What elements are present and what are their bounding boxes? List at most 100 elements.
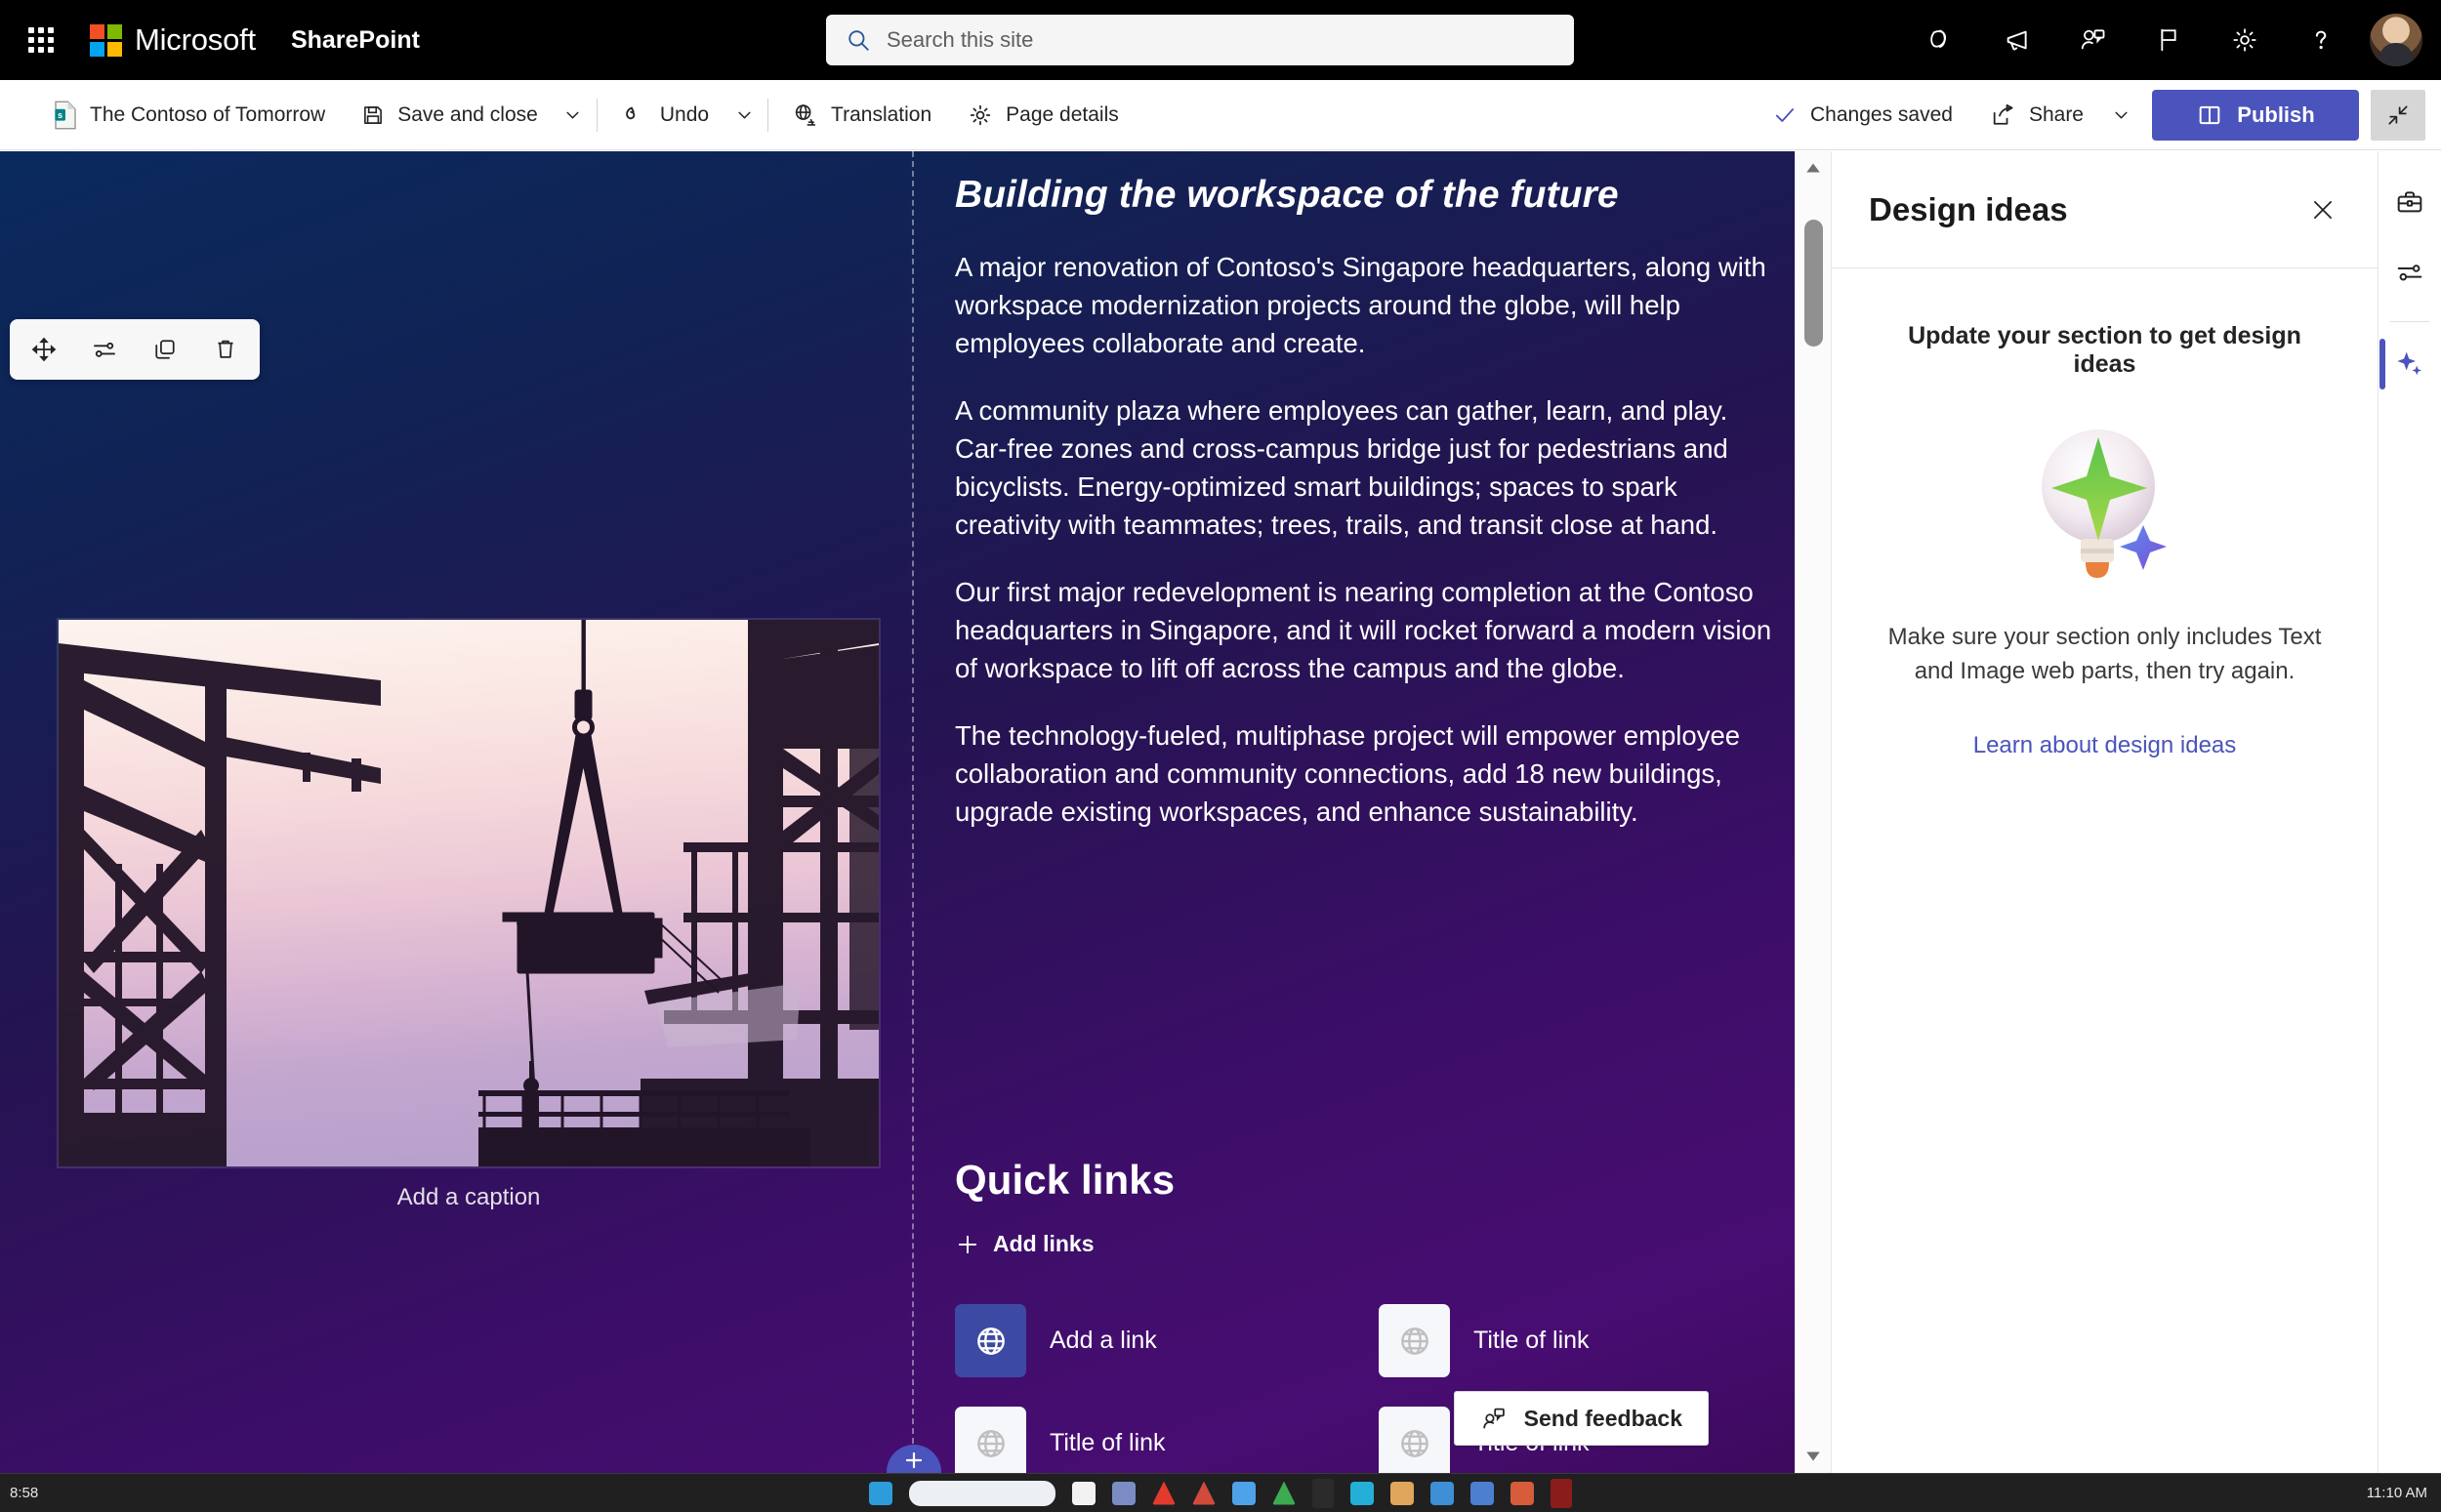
quick-link-item[interactable]: Add a link bbox=[955, 1304, 1379, 1377]
taskbar-app-icon[interactable] bbox=[1072, 1481, 1096, 1505]
share-options-chevron[interactable] bbox=[2103, 87, 2138, 143]
right-rail bbox=[2378, 151, 2441, 1473]
text-paragraph: A community plaza where employees can ga… bbox=[955, 394, 1728, 541]
add-links-button[interactable]: Add links bbox=[955, 1231, 1795, 1257]
move-arrows-icon bbox=[31, 337, 57, 362]
command-divider bbox=[596, 98, 598, 132]
whats-new-button[interactable] bbox=[1978, 0, 2054, 80]
publish-button[interactable]: Publish bbox=[2152, 89, 2359, 141]
plus-icon bbox=[905, 1451, 923, 1469]
taskbar-search-pill[interactable] bbox=[909, 1480, 1055, 1506]
avatar bbox=[2370, 14, 2422, 66]
design-ideas-sparkle-icon bbox=[2397, 351, 2421, 376]
toolbox-button[interactable] bbox=[2381, 167, 2438, 237]
add-section-button[interactable] bbox=[887, 1445, 941, 1473]
edit-webpart-button[interactable] bbox=[76, 324, 133, 375]
design-ideas-panel: Design ideas Update your section to get … bbox=[1831, 151, 2378, 1473]
taskbar-app-icon[interactable] bbox=[1350, 1481, 1374, 1505]
collapse-diagonal-icon bbox=[2388, 104, 2408, 125]
image-caption-placeholder[interactable]: Add a caption bbox=[59, 1184, 879, 1211]
focus-flag-button[interactable] bbox=[2131, 0, 2207, 80]
meet-now-button[interactable] bbox=[2054, 0, 2131, 80]
scroll-down-arrow[interactable] bbox=[1796, 1440, 1831, 1473]
page-details-label: Page details bbox=[1006, 102, 1119, 126]
taskbar-app-icon[interactable] bbox=[1192, 1481, 1216, 1505]
page-details-button[interactable]: Page details bbox=[951, 87, 1135, 143]
taskbar-app-icon[interactable] bbox=[1390, 1481, 1414, 1505]
app-name-link[interactable]: SharePoint bbox=[291, 26, 420, 55]
search-input[interactable] bbox=[887, 27, 1554, 53]
search-icon bbox=[848, 30, 869, 51]
help-icon bbox=[2315, 30, 2327, 50]
webpart-toolbar bbox=[10, 319, 260, 380]
toolbox-icon bbox=[2397, 191, 2422, 213]
settings-sliders-icon bbox=[94, 342, 115, 357]
collapse-ribbon-button[interactable] bbox=[2371, 89, 2425, 141]
chevron-down-icon bbox=[2114, 111, 2128, 119]
os-taskbar: 8:58 11:10 AM bbox=[0, 1473, 2441, 1512]
taskbar-app-icon[interactable] bbox=[1470, 1481, 1494, 1505]
taskbar-app-icon[interactable] bbox=[1430, 1481, 1454, 1505]
quick-link-tile bbox=[955, 1304, 1026, 1377]
taskbar-app-icon[interactable] bbox=[1510, 1481, 1534, 1505]
design-ideas-button[interactable] bbox=[2379, 328, 2438, 398]
lightbulb-illustration bbox=[2022, 416, 2188, 592]
taskbar-app-icon[interactable] bbox=[1232, 1481, 1256, 1505]
move-webpart-button[interactable] bbox=[16, 324, 72, 375]
account-avatar-button[interactable] bbox=[2359, 0, 2433, 80]
page-name-button[interactable]: s The Contoso of Tomorrow bbox=[37, 87, 341, 143]
design-panel-title: Design ideas bbox=[1869, 190, 2068, 227]
delete-webpart-button[interactable] bbox=[197, 324, 254, 375]
taskbar-app-icon[interactable] bbox=[1152, 1481, 1176, 1505]
image-webpart[interactable]: Add a caption bbox=[57, 618, 881, 1211]
text-webpart[interactable]: Building the workspace of the future A m… bbox=[955, 151, 1785, 831]
copilot-icon bbox=[1930, 29, 1947, 48]
send-feedback-button[interactable]: Send feedback bbox=[1453, 1391, 1709, 1446]
taskbar-app-icon[interactable] bbox=[1112, 1481, 1136, 1505]
waffle-icon bbox=[28, 27, 54, 53]
webpart-properties-button[interactable] bbox=[2381, 237, 2438, 307]
quick-link-tile bbox=[955, 1407, 1026, 1473]
undo-label: Undo bbox=[659, 102, 710, 126]
taskbar-app-icon[interactable] bbox=[1272, 1481, 1296, 1505]
quick-links-title: Quick links bbox=[955, 1157, 1176, 1203]
checkmark-icon bbox=[1775, 107, 1795, 122]
quick-link-item[interactable]: Title of link bbox=[1379, 1304, 1802, 1377]
learn-about-design-ideas-link[interactable]: Learn about design ideas bbox=[1973, 732, 2237, 759]
scroll-up-arrow[interactable] bbox=[1796, 151, 1831, 184]
site-search-box[interactable] bbox=[826, 15, 1574, 65]
undo-button[interactable]: Undo bbox=[605, 87, 724, 143]
quick-link-item[interactable]: Title of link bbox=[955, 1407, 1379, 1473]
copilot-button[interactable] bbox=[1902, 0, 1978, 80]
taskbar-app-icon[interactable] bbox=[1551, 1478, 1572, 1508]
settings-sliders-icon bbox=[2397, 265, 2422, 281]
translation-button[interactable]: Translation bbox=[776, 87, 947, 143]
taskbar-app-icon[interactable] bbox=[1312, 1478, 1334, 1508]
close-panel-button[interactable] bbox=[2296, 183, 2350, 237]
quick-links-grid: Add a link Title of link Title of link bbox=[955, 1304, 1795, 1473]
duplicate-webpart-button[interactable] bbox=[137, 324, 193, 375]
plus-icon bbox=[958, 1235, 977, 1253]
duplicate-icon bbox=[155, 340, 175, 359]
help-button[interactable] bbox=[2283, 0, 2359, 80]
canvas-scrollbar[interactable] bbox=[1795, 151, 1831, 1473]
save-and-close-button[interactable]: Save and close bbox=[345, 87, 554, 143]
app-launcher-button[interactable] bbox=[10, 27, 72, 53]
taskbar-app-icon[interactable] bbox=[869, 1481, 892, 1505]
undo-options-chevron[interactable] bbox=[726, 87, 762, 143]
save-options-chevron[interactable] bbox=[556, 87, 591, 143]
share-button[interactable]: Share bbox=[1974, 87, 2099, 143]
microsoft-logo[interactable]: Microsoft bbox=[90, 22, 256, 58]
translation-icon bbox=[795, 103, 816, 126]
translation-label: Translation bbox=[831, 102, 932, 126]
send-feedback-label: Send feedback bbox=[1523, 1405, 1682, 1431]
globe-icon bbox=[1400, 1429, 1428, 1457]
rail-divider bbox=[2390, 321, 2429, 322]
save-status-label: Changes saved bbox=[1810, 102, 1953, 126]
gear-icon bbox=[2233, 28, 2256, 52]
save-and-close-label: Save and close bbox=[397, 102, 538, 126]
add-links-label: Add links bbox=[993, 1231, 1095, 1256]
undo-icon bbox=[625, 106, 636, 119]
settings-button[interactable] bbox=[2207, 0, 2283, 80]
scrollbar-thumb[interactable] bbox=[1803, 220, 1823, 347]
